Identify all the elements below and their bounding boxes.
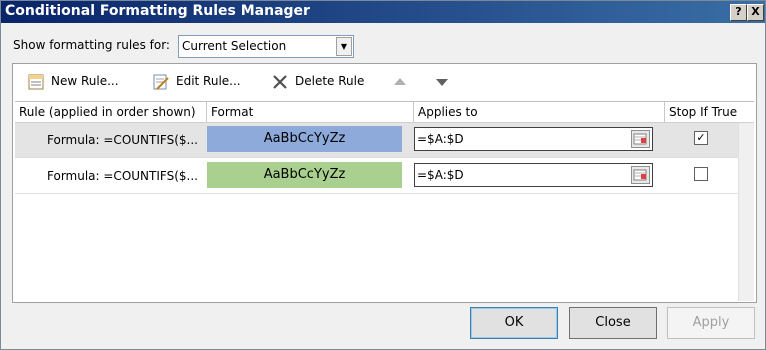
rules-header: Rule (applied in order shown) Format App…: [15, 102, 754, 123]
applies-to-value: =$A:$D: [417, 168, 464, 182]
new-rule-button[interactable]: New Rule...: [27, 74, 137, 92]
applies-to-value: =$A:$D: [417, 132, 464, 146]
range-picker-icon[interactable]: [631, 130, 650, 148]
move-up-icon[interactable]: [394, 78, 406, 85]
close-window-button[interactable]: X: [747, 4, 764, 21]
rule-row[interactable]: Formula: =COUNTIFS($... AaBbCcYyZz =$A:$…: [15, 123, 754, 158]
format-preview: AaBbCcYyZz: [207, 162, 402, 188]
help-button[interactable]: ?: [730, 4, 747, 21]
edit-rule-label: Edit Rule...: [176, 74, 241, 88]
delete-icon: [273, 75, 287, 89]
show-rules-label: Show formatting rules for:: [13, 38, 170, 52]
show-rules-dropdown[interactable]: Current Selection ▼: [178, 35, 354, 58]
show-rules-value: Current Selection: [182, 39, 287, 53]
close-button[interactable]: Close: [569, 307, 657, 339]
edit-rule-button[interactable]: Edit Rule...: [152, 74, 262, 92]
col-applies-header[interactable]: Applies to: [414, 102, 665, 122]
applies-to-field[interactable]: =$A:$D: [414, 127, 653, 151]
vertical-scrollbar[interactable]: [738, 123, 754, 301]
range-picker-icon[interactable]: [631, 166, 650, 184]
title-bar: Conditional Formatting Rules Manager ? X: [1, 1, 765, 23]
chevron-down-icon[interactable]: ▼: [336, 37, 352, 56]
apply-button[interactable]: Apply: [667, 307, 755, 339]
rules-group: New Rule... Edit Rule... Delete Rule Rul…: [12, 63, 757, 303]
new-rule-icon: [28, 74, 44, 90]
delete-rule-button[interactable]: Delete Rule: [271, 74, 381, 92]
col-rule-header[interactable]: Rule (applied in order shown): [15, 102, 207, 122]
delete-rule-label: Delete Rule: [295, 74, 365, 88]
rules-grid: Rule (applied in order shown) Format App…: [15, 101, 754, 301]
new-rule-label: New Rule...: [51, 74, 119, 88]
applies-to-field[interactable]: =$A:$D: [414, 163, 653, 187]
move-down-icon[interactable]: [436, 79, 448, 86]
edit-rule-icon: [153, 74, 169, 90]
rule-formula: Formula: =COUNTIFS($...: [47, 133, 198, 147]
col-stop-header[interactable]: Stop If True: [665, 102, 739, 122]
col-format-header[interactable]: Format: [207, 102, 414, 122]
dialog-window: Conditional Formatting Rules Manager ? X…: [0, 0, 766, 350]
stop-if-true-checkbox[interactable]: ✓: [694, 131, 708, 145]
rules-toolbar: New Rule... Edit Rule... Delete Rule: [13, 64, 756, 100]
rule-row[interactable]: Formula: =COUNTIFS($... AaBbCcYyZz =$A:$…: [15, 159, 754, 194]
ok-button[interactable]: OK: [470, 307, 558, 339]
format-preview: AaBbCcYyZz: [207, 126, 402, 152]
rule-formula: Formula: =COUNTIFS($...: [47, 169, 198, 183]
stop-if-true-checkbox[interactable]: [694, 167, 708, 181]
dialog-title: Conditional Formatting Rules Manager: [5, 3, 310, 19]
